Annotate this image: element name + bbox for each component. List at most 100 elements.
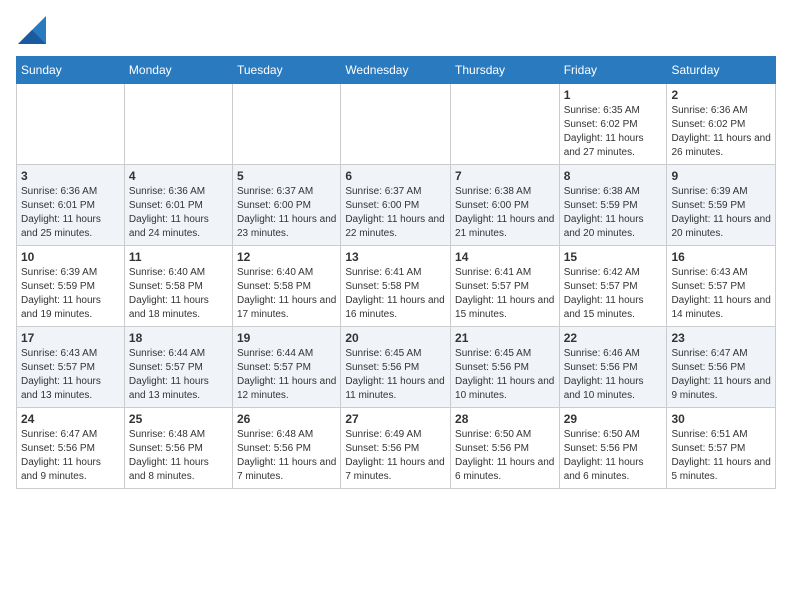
day-number: 5: [237, 169, 336, 183]
day-info: Sunrise: 6:40 AMSunset: 5:58 PMDaylight:…: [237, 266, 336, 322]
day-info: Sunrise: 6:36 AMSunset: 6:01 PMDaylight:…: [129, 185, 228, 241]
day-info: Sunrise: 6:50 AMSunset: 5:56 PMDaylight:…: [455, 428, 555, 484]
calendar-cell: 16Sunrise: 6:43 AMSunset: 5:57 PMDayligh…: [667, 246, 776, 327]
calendar-cell: 6 Sunrise: 6:37 AMSunset: 6:00 PMDaylight…: [341, 165, 451, 246]
day-info: Sunrise: 6:39 AMSunset: 5:59 PMDaylight:…: [21, 266, 120, 322]
calendar-cell: 12 Sunrise: 6:40 AMSunset: 5:58 PMDayligh…: [233, 246, 341, 327]
day-number: 9: [671, 169, 771, 183]
calendar-cell: 1 Sunrise: 6:35 AMSunset: 6:02 PMDaylight…: [559, 84, 667, 165]
calendar-cell: 22 Sunrise: 6:46 AMSunset: 5:56 PMDayligh…: [559, 327, 667, 408]
day-info: Sunrise: 6:47 AMSunset: 5:56 PMDaylight:…: [21, 428, 120, 484]
calendar-cell: 4 Sunrise: 6:36 AMSunset: 6:01 PMDaylight…: [124, 165, 232, 246]
day-number: 2: [671, 88, 771, 102]
logo-icon: [18, 16, 46, 44]
day-number: 30: [671, 412, 771, 426]
day-info: Sunrise: 6:45 AMSunset: 5:56 PMDaylight:…: [345, 347, 446, 403]
calendar-cell: 17Sunrise: 6:43 AMSunset: 5:57 PMDayligh…: [17, 327, 125, 408]
calendar-cell: 19 Sunrise: 6:44 AMSunset: 5:57 PMDayligh…: [233, 327, 341, 408]
day-info: Sunrise: 6:44 AMSunset: 5:57 PMDaylight:…: [129, 347, 228, 403]
calendar-cell: [17, 84, 125, 165]
week-row-3: 10 Sunrise: 6:39 AMSunset: 5:59 PMDayligh…: [17, 246, 776, 327]
day-number: 12: [237, 250, 336, 264]
calendar-cell: 28 Sunrise: 6:50 AMSunset: 5:56 PMDayligh…: [451, 408, 560, 489]
day-number: 4: [129, 169, 228, 183]
day-number: 19: [237, 331, 336, 345]
day-info: Sunrise: 6:35 AMSunset: 6:02 PMDaylight:…: [564, 104, 663, 160]
day-number: 1: [564, 88, 663, 102]
calendar-cell: 9 Sunrise: 6:39 AMSunset: 5:59 PMDaylight…: [667, 165, 776, 246]
weekday-header-row: SundayMondayTuesdayWednesdayThursdayFrid…: [17, 57, 776, 84]
calendar-cell: 13 Sunrise: 6:41 AMSunset: 5:58 PMDayligh…: [341, 246, 451, 327]
day-info: Sunrise: 6:37 AMSunset: 6:00 PMDaylight:…: [345, 185, 446, 241]
day-number: 29: [564, 412, 663, 426]
calendar-cell: 5 Sunrise: 6:37 AMSunset: 6:00 PMDaylight…: [233, 165, 341, 246]
calendar-cell: 3 Sunrise: 6:36 AMSunset: 6:01 PMDaylight…: [17, 165, 125, 246]
logo: [16, 16, 46, 44]
calendar-cell: 15 Sunrise: 6:42 AMSunset: 5:57 PMDayligh…: [559, 246, 667, 327]
day-info: Sunrise: 6:42 AMSunset: 5:57 PMDaylight:…: [564, 266, 663, 322]
day-number: 20: [345, 331, 446, 345]
day-number: 8: [564, 169, 663, 183]
calendar-cell: 30 Sunrise: 6:51 AMSunset: 5:57 PMDayligh…: [667, 408, 776, 489]
day-info: Sunrise: 6:49 AMSunset: 5:56 PMDaylight:…: [345, 428, 446, 484]
day-info: Sunrise: 6:50 AMSunset: 5:56 PMDaylight:…: [564, 428, 663, 484]
calendar-cell: 27 Sunrise: 6:49 AMSunset: 5:56 PMDayligh…: [341, 408, 451, 489]
calendar-cell: 24Sunrise: 6:47 AMSunset: 5:56 PMDayligh…: [17, 408, 125, 489]
day-info: Sunrise: 6:38 AMSunset: 5:59 PMDaylight:…: [564, 185, 663, 241]
day-number: 23: [671, 331, 771, 345]
day-number: 27: [345, 412, 446, 426]
day-info: Sunrise: 6:39 AMSunset: 5:59 PMDaylight:…: [671, 185, 771, 241]
weekday-header-friday: Friday: [559, 57, 667, 84]
page-header: [16, 16, 776, 44]
day-number: 13: [345, 250, 446, 264]
calendar-cell: 11 Sunrise: 6:40 AMSunset: 5:58 PMDayligh…: [124, 246, 232, 327]
calendar-cell: 23 Sunrise: 6:47 AMSunset: 5:56 PMDayligh…: [667, 327, 776, 408]
day-info: Sunrise: 6:36 AMSunset: 6:01 PMDaylight:…: [21, 185, 120, 241]
day-info: Sunrise: 6:43 AMSunset: 5:57 PMDaylight:…: [671, 266, 771, 322]
day-number: 28: [455, 412, 555, 426]
week-row-4: 17Sunrise: 6:43 AMSunset: 5:57 PMDayligh…: [17, 327, 776, 408]
day-info: Sunrise: 6:48 AMSunset: 5:56 PMDaylight:…: [129, 428, 228, 484]
day-info: Sunrise: 6:48 AMSunset: 5:56 PMDaylight:…: [237, 428, 336, 484]
day-number: 15: [564, 250, 663, 264]
calendar-cell: 26 Sunrise: 6:48 AMSunset: 5:56 PMDayligh…: [233, 408, 341, 489]
day-number: 6: [345, 169, 446, 183]
calendar-cell: 10 Sunrise: 6:39 AMSunset: 5:59 PMDayligh…: [17, 246, 125, 327]
day-number: 11: [129, 250, 228, 264]
day-number: 17: [21, 331, 120, 345]
calendar-cell: [124, 84, 232, 165]
calendar-cell: [451, 84, 560, 165]
day-info: Sunrise: 6:41 AMSunset: 5:57 PMDaylight:…: [455, 266, 555, 322]
calendar-cell: 2 Sunrise: 6:36 AMSunset: 6:02 PMDaylight…: [667, 84, 776, 165]
day-number: 22: [564, 331, 663, 345]
calendar-cell: 14 Sunrise: 6:41 AMSunset: 5:57 PMDayligh…: [451, 246, 560, 327]
calendar-cell: 21 Sunrise: 6:45 AMSunset: 5:56 PMDayligh…: [451, 327, 560, 408]
weekday-header-saturday: Saturday: [667, 57, 776, 84]
day-info: Sunrise: 6:47 AMSunset: 5:56 PMDaylight:…: [671, 347, 771, 403]
day-number: 26: [237, 412, 336, 426]
calendar-cell: 29 Sunrise: 6:50 AMSunset: 5:56 PMDayligh…: [559, 408, 667, 489]
week-row-5: 24Sunrise: 6:47 AMSunset: 5:56 PMDayligh…: [17, 408, 776, 489]
calendar-cell: 7Sunrise: 6:38 AMSunset: 6:00 PMDaylight…: [451, 165, 560, 246]
day-number: 25: [129, 412, 228, 426]
day-info: Sunrise: 6:37 AMSunset: 6:00 PMDaylight:…: [237, 185, 336, 241]
day-info: Sunrise: 6:51 AMSunset: 5:57 PMDaylight:…: [671, 428, 771, 484]
weekday-header-thursday: Thursday: [451, 57, 560, 84]
weekday-header-monday: Monday: [124, 57, 232, 84]
day-info: Sunrise: 6:41 AMSunset: 5:58 PMDaylight:…: [345, 266, 446, 322]
day-number: 10: [21, 250, 120, 264]
day-number: 3: [21, 169, 120, 183]
day-number: 21: [455, 331, 555, 345]
calendar-cell: 18Sunrise: 6:44 AMSunset: 5:57 PMDayligh…: [124, 327, 232, 408]
day-number: 7: [455, 169, 555, 183]
calendar-cell: [233, 84, 341, 165]
day-info: Sunrise: 6:44 AMSunset: 5:57 PMDaylight:…: [237, 347, 336, 403]
day-info: Sunrise: 6:45 AMSunset: 5:56 PMDaylight:…: [455, 347, 555, 403]
day-info: Sunrise: 6:36 AMSunset: 6:02 PMDaylight:…: [671, 104, 771, 160]
calendar-cell: [341, 84, 451, 165]
day-info: Sunrise: 6:40 AMSunset: 5:58 PMDaylight:…: [129, 266, 228, 322]
weekday-header-wednesday: Wednesday: [341, 57, 451, 84]
day-number: 14: [455, 250, 555, 264]
weekday-header-tuesday: Tuesday: [233, 57, 341, 84]
day-info: Sunrise: 6:46 AMSunset: 5:56 PMDaylight:…: [564, 347, 663, 403]
